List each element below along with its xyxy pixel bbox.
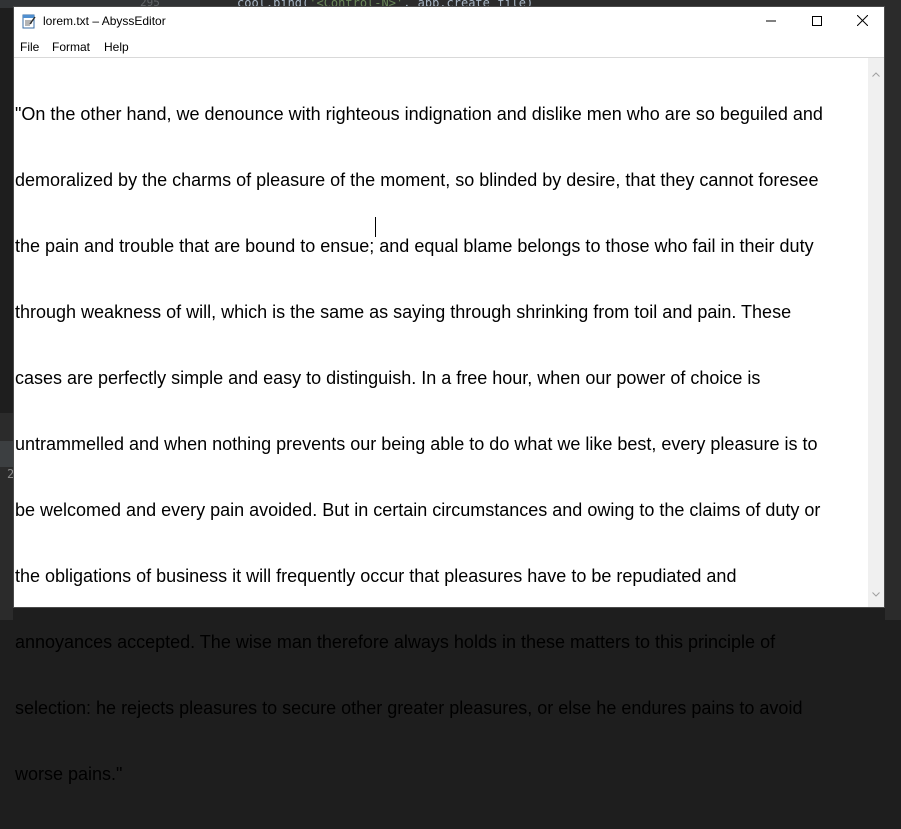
text-line: selection: he rejects pleasures to secur… bbox=[15, 698, 803, 718]
text-line: through weakness of will, which is the s… bbox=[15, 302, 792, 322]
menu-help[interactable]: Help bbox=[104, 40, 129, 54]
text-line: worse pains." bbox=[15, 764, 123, 784]
text-line: untrammelled and when nothing prevents o… bbox=[15, 434, 818, 454]
text-line: cases are perfectly simple and easy to d… bbox=[15, 368, 761, 388]
maximize-button[interactable] bbox=[794, 7, 840, 36]
text-line: demoralized by the charms of pleasure of… bbox=[15, 170, 819, 190]
ide-lower-band bbox=[0, 441, 13, 467]
close-button[interactable] bbox=[839, 7, 885, 36]
vertical-scrollbar[interactable] bbox=[868, 57, 884, 607]
close-icon bbox=[856, 13, 868, 31]
menu-bar: File Format Help bbox=[14, 36, 884, 57]
chevron-down-icon[interactable] bbox=[872, 584, 880, 602]
menu-format[interactable]: Format bbox=[52, 40, 90, 54]
window-title: lorem.txt – AbyssEditor bbox=[43, 14, 166, 28]
text-line: the pain and trouble that are bound to e… bbox=[15, 236, 814, 256]
text-line: annoyances accepted. The wise man theref… bbox=[15, 632, 776, 652]
text-line: "On the other hand, we denounce with rig… bbox=[15, 104, 823, 124]
minimize-icon bbox=[766, 13, 776, 31]
notepad-icon bbox=[21, 13, 37, 29]
text-caret bbox=[375, 217, 376, 237]
maximize-icon bbox=[812, 13, 822, 31]
document-text[interactable]: "On the other hand, we denounce with rig… bbox=[15, 59, 865, 829]
menu-file[interactable]: File bbox=[20, 40, 39, 54]
ide-right-panel bbox=[885, 0, 901, 620]
text-line: be welcomed and every pain avoided. But … bbox=[15, 500, 821, 520]
editor-window: lorem.txt – AbyssEditor File Format Help… bbox=[13, 6, 885, 784]
title-bar[interactable]: lorem.txt – AbyssEditor bbox=[14, 7, 884, 36]
chevron-up-icon[interactable] bbox=[872, 64, 880, 82]
minimize-button[interactable] bbox=[748, 7, 794, 36]
text-line: the obligations of business it will freq… bbox=[15, 566, 737, 586]
text-editor-area[interactable]: "On the other hand, we denounce with rig… bbox=[14, 57, 868, 784]
